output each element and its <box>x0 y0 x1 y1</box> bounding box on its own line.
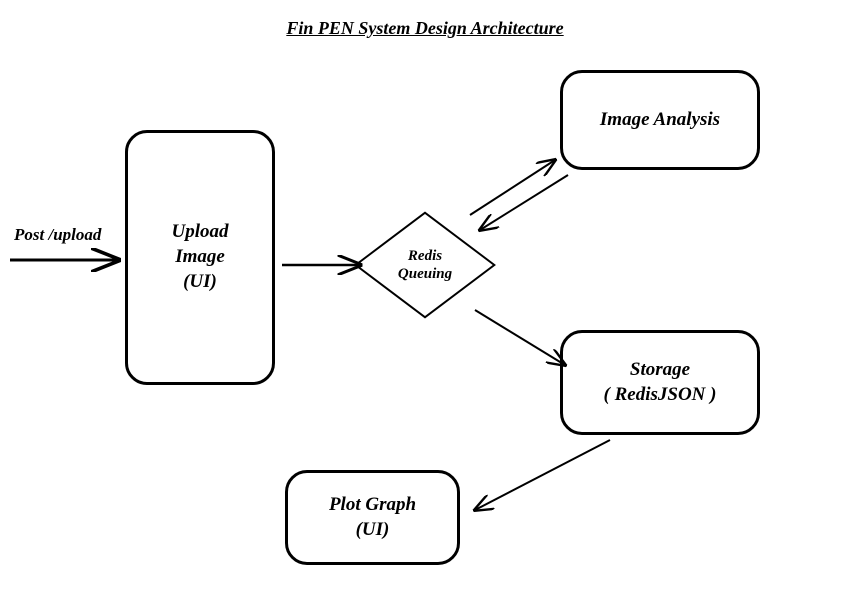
storage-line1: Storage <box>630 358 690 383</box>
upload-line2: Image <box>175 245 225 270</box>
redis-line1: Redis <box>408 248 442 264</box>
arrow-analysis-to-redis <box>480 175 568 230</box>
image-analysis-node: Image Analysis <box>560 70 760 170</box>
upload-line1: Upload <box>172 220 229 245</box>
storage-line2: ( RedisJSON ) <box>604 383 717 408</box>
arrow-storage-to-plot <box>475 440 610 510</box>
plot-graph-node: Plot Graph (UI) <box>285 470 460 565</box>
plot-line2: (UI) <box>356 518 390 543</box>
analysis-line1: Image Analysis <box>600 108 720 133</box>
redis-line2: Queuing <box>398 266 452 282</box>
plot-line1: Plot Graph <box>329 493 416 518</box>
diagram-title: Fin PEN System Design Architecture <box>286 18 563 39</box>
storage-node: Storage ( RedisJSON ) <box>560 330 760 435</box>
entry-arrow-label: Post /upload <box>14 225 101 245</box>
redis-queuing-node: Redis Queuing <box>365 210 485 320</box>
arrow-redis-to-analysis <box>470 160 555 215</box>
arrow-redis-to-storage <box>475 310 565 365</box>
redis-label: Redis Queuing <box>398 247 452 283</box>
upload-image-node: Upload Image (UI) <box>125 130 275 385</box>
upload-line3: (UI) <box>183 270 217 295</box>
